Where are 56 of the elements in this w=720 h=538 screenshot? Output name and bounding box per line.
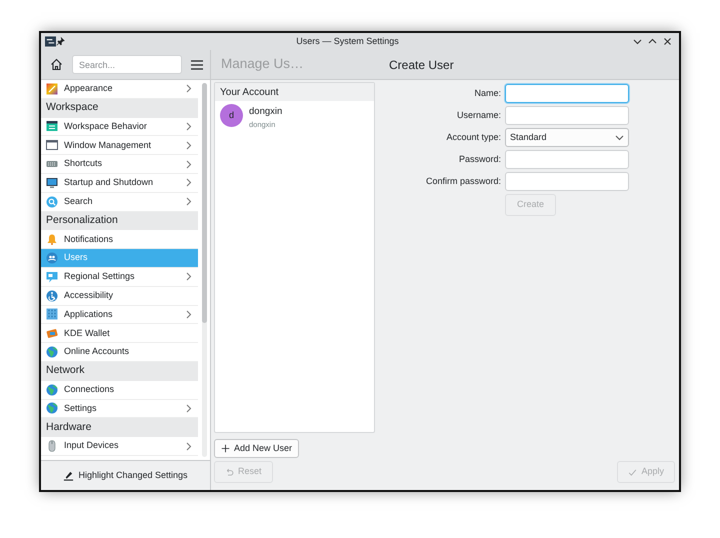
pin-icon [56, 37, 65, 46]
field-label: Name: [473, 86, 501, 100]
input-field[interactable] [505, 84, 629, 103]
mouse-icon [46, 440, 58, 452]
field-label: Account type: [445, 130, 501, 144]
screen-icon [46, 270, 58, 283]
menu-button[interactable] [188, 60, 206, 70]
input-field[interactable] [505, 106, 629, 125]
sidebar-item[interactable]: Startup and Shutdown [41, 174, 198, 193]
sidebar-item[interactable]: Window Management [41, 136, 198, 156]
plus-icon [221, 444, 230, 453]
add-new-user-button[interactable]: Add New User [214, 438, 300, 458]
sidebar-item[interactable]: KDE Wallet [41, 324, 198, 344]
user-name: dongxin [249, 105, 282, 119]
accessibility-icon [46, 290, 58, 302]
account-type-dropdown[interactable]: Standard [505, 128, 629, 147]
search-field[interactable]: Search... [72, 55, 182, 74]
app-icon [45, 36, 56, 47]
undo-icon [225, 468, 234, 476]
window-icon [46, 139, 58, 152]
sidebar-item[interactable]: Applications [41, 306, 198, 324]
field-label: Username: [456, 108, 501, 122]
globe-icon [46, 384, 58, 396]
section-heading: Your Account [215, 83, 374, 101]
scrollbar-thumb[interactable] [202, 83, 207, 323]
window-icon [46, 120, 58, 132]
globe-icon [46, 346, 58, 358]
monitor-icon [46, 176, 58, 189]
sidebar-item[interactable]: Workspace Behavior [41, 118, 198, 136]
chevron-down-icon [615, 134, 624, 140]
grid-icon [46, 308, 58, 320]
category-heading: Network [46, 363, 85, 378]
users-icon [46, 252, 58, 264]
category-heading: Hardware [46, 420, 92, 435]
sidebar-item[interactable]: Accessibility [41, 286, 198, 306]
category-heading: Personalization [46, 213, 118, 228]
sidebar-item[interactable]: Input Devices [41, 437, 198, 456]
sidebar-item[interactable]: Connections [41, 380, 198, 400]
input-field[interactable] [505, 150, 629, 169]
field-label: Password: [458, 152, 501, 166]
scrollbar[interactable] [202, 83, 207, 457]
highlighter-icon [63, 470, 74, 481]
globe-icon [46, 402, 58, 414]
sidebar-item[interactable]: Shortcuts [41, 155, 198, 174]
avatar: d [220, 104, 243, 127]
window-title: Users — System Settings [295, 34, 400, 48]
field-label: Confirm password: [424, 174, 501, 188]
color-swatch-icon [46, 82, 58, 95]
page-title: Create User [388, 56, 454, 74]
bell-icon [46, 233, 58, 246]
sidebar-item[interactable]: Regional Settings [41, 268, 198, 287]
category-heading: Workspace [46, 100, 98, 116]
checkmark-icon [628, 468, 638, 476]
wallet-icon [46, 327, 58, 340]
input-field[interactable] [505, 172, 629, 191]
search-icon [46, 196, 58, 208]
